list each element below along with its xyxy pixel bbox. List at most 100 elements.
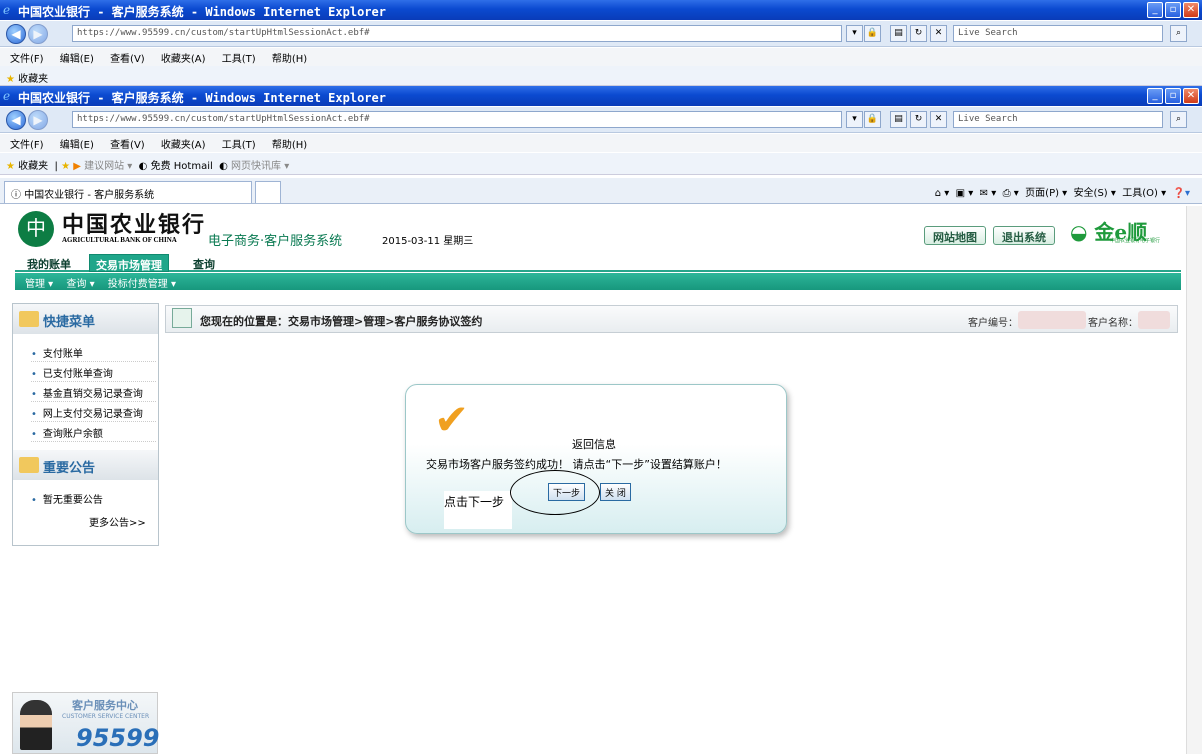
dropdown-icon[interactable]: ▾ (846, 25, 863, 42)
refresh-icon[interactable]: ↻ (910, 111, 927, 128)
menu-help[interactable]: 帮助(H) (272, 140, 307, 151)
web-slice-gallery-link[interactable]: 网页快讯库 ▾ (231, 161, 289, 172)
help-icon[interactable]: ❓▾ (1173, 188, 1190, 199)
new-tab-button[interactable] (255, 181, 281, 203)
menu-view[interactable]: 查看(V) (110, 54, 145, 65)
back-icon[interactable]: ◀ (6, 110, 26, 130)
sidebar-item-pay-bill[interactable]: 支付账单 (31, 342, 156, 362)
tab-my-bills[interactable]: 我的账单 (21, 254, 77, 272)
notice-icon (19, 457, 39, 473)
minimize-icon[interactable]: _ (1147, 2, 1163, 18)
brand-sub: 中国农业银行电子银行 (1110, 238, 1161, 244)
page-menu[interactable]: 页面(P) ▾ (1025, 188, 1067, 199)
subnav-query[interactable]: 查询 ▾ (66, 279, 94, 290)
current-date: 2015-03-11 星期三 (382, 236, 474, 247)
refresh-icon[interactable]: ↻ (910, 25, 927, 42)
tools-menu[interactable]: 工具(O) ▾ (1122, 188, 1166, 199)
address-bar[interactable]: https://www.95599.cn/custom/startUpHtmlS… (72, 25, 842, 42)
more-notices-link[interactable]: 更多公告>> (89, 514, 146, 529)
maximize-icon[interactable]: ▫ (1165, 88, 1181, 104)
favorites-button[interactable]: 收藏夹 (18, 74, 48, 85)
ghost-title-bar: 中国农业银行 - 客户服务系统 - Windows Internet Explo… (0, 0, 1202, 20)
window-title: 中国农业银行 - 客户服务系统 - Windows Internet Explo… (18, 91, 386, 105)
close-button[interactable]: 关 闭 (600, 483, 631, 501)
suggested-sites-icon: ▶ (73, 161, 81, 172)
sitemap-button[interactable]: 网站地图 (924, 226, 986, 245)
dropdown-icon[interactable]: ▾ (846, 111, 863, 128)
sidebar-item-online-payments[interactable]: 网上支付交易记录查询 (31, 402, 156, 422)
menu-edit[interactable]: 编辑(E) (60, 54, 94, 65)
search-icon[interactable]: ⌕ (1170, 25, 1187, 42)
menu-view[interactable]: 查看(V) (110, 140, 145, 151)
menu-favorites[interactable]: 收藏夹(A) (161, 54, 206, 65)
star-icon: ★ (6, 74, 15, 85)
feeds-icon[interactable]: ▣ ▾ (956, 188, 974, 199)
address-row: ◀ ▶ https://www.95599.cn/custom/startUpH… (0, 107, 1202, 133)
tab-row: ⓘ 中国农业银行 - 客户服务系统 ⌂ ▾ ▣ ▾ ✉ ▾ ⎙ ▾ 页面(P) … (0, 178, 1202, 204)
ghost-fav-row: ★ 收藏夹 (0, 66, 1202, 86)
customer-name-redacted (1138, 311, 1170, 329)
breadcrumb-text: 您现在的位置是：交易市场管理>管理>客户服务协议签约 (200, 315, 483, 328)
menu-favorites[interactable]: 收藏夹(A) (161, 140, 206, 151)
search-input[interactable]: Live Search (953, 25, 1163, 42)
hotmail-link[interactable]: 免费 Hotmail (151, 161, 213, 172)
ghost-window-title: 中国农业银行 - 客户服务系统 - Windows Internet Explo… (18, 5, 386, 19)
title-bar: 中国农业银行 - 客户服务系统 - Windows Internet Explo… (0, 86, 1202, 106)
address-bar[interactable]: https://www.95599.cn/custom/startUpHtmlS… (72, 111, 842, 128)
dialog-message: 交易市场客户服务签约成功！ 请点击“下一步”设置结算账户！ (426, 458, 727, 471)
gallery-icon: ◐ (219, 161, 228, 172)
subnav-bid-payment[interactable]: 投标付费管理 ▾ (108, 279, 176, 290)
home-icon[interactable]: ⌂ ▾ (935, 188, 950, 199)
search-icon[interactable]: ⌕ (1170, 111, 1187, 128)
system-name: 电子商务·客户服务系统 (208, 234, 343, 249)
tab-query[interactable]: 查询 (187, 254, 221, 272)
suggested-sites-link[interactable]: 建议网站 ▾ (84, 161, 132, 172)
maximize-icon[interactable]: ▫ (1165, 2, 1181, 18)
browser-tab[interactable]: ⓘ 中国农业银行 - 客户服务系统 (4, 181, 252, 203)
forward-icon[interactable]: ▶ (28, 110, 48, 130)
lock-icon[interactable]: 🔒 (864, 111, 881, 128)
close-icon[interactable]: ✕ (1183, 2, 1199, 18)
add-fav-icon[interactable]: ★ (61, 161, 70, 172)
ie-logo-icon: e (3, 3, 11, 17)
menu-edit[interactable]: 编辑(E) (60, 140, 94, 151)
mail-icon[interactable]: ✉ ▾ (980, 188, 997, 199)
menu-help[interactable]: 帮助(H) (272, 54, 307, 65)
favorites-button[interactable]: 收藏夹 (18, 161, 48, 172)
star-icon: ★ (6, 161, 15, 172)
bank-name: 中国农业银行 (62, 212, 207, 238)
ghost-menu-row: 文件(F) 编辑(E) 查看(V) 收藏夹(A) 工具(T) 帮助(H) (0, 48, 1202, 66)
logout-button[interactable]: 退出系统 (993, 226, 1055, 245)
compat-icon[interactable]: ▤ (890, 111, 907, 128)
back-icon[interactable]: ◀ (6, 24, 26, 44)
menu-file[interactable]: 文件(F) (10, 54, 44, 65)
menu-tools[interactable]: 工具(T) (222, 140, 256, 151)
close-icon[interactable]: ✕ (1183, 88, 1199, 104)
tab-label: 中国农业银行 - 客户服务系统 (24, 190, 155, 201)
scrollbar[interactable] (1186, 206, 1202, 754)
service-center-subtitle: CUSTOMER SERVICE CENTER (62, 713, 150, 720)
safety-menu[interactable]: 安全(S) ▾ (1074, 188, 1116, 199)
stop-icon[interactable]: ✕ (930, 25, 947, 42)
forward-icon[interactable]: ▶ (28, 24, 48, 44)
ie-logo-icon: e (3, 89, 11, 103)
sidebar-item-fund-records[interactable]: 基金直销交易记录查询 (31, 382, 156, 402)
sidebar-item-paid-bills[interactable]: 已支付账单查询 (31, 362, 156, 382)
menu-file[interactable]: 文件(F) (10, 140, 44, 151)
agent-avatar (20, 700, 52, 750)
lock-icon[interactable]: 🔒 (864, 25, 881, 42)
tab-market-management[interactable]: 交易市场管理 (89, 254, 169, 272)
stop-icon[interactable]: ✕ (930, 111, 947, 128)
print-icon[interactable]: ⎙ ▾ (1003, 188, 1019, 199)
sidebar-item-balance[interactable]: 查询账户余额 (31, 422, 156, 442)
compat-icon[interactable]: ▤ (890, 25, 907, 42)
search-input[interactable]: Live Search (953, 111, 1163, 128)
service-hotline: 95599 (76, 724, 160, 752)
sub-nav: 管理 ▾ 查询 ▾ 投标付费管理 ▾ (15, 273, 1181, 290)
subnav-manage[interactable]: 管理 ▾ (25, 279, 53, 290)
leaf-icon: ◒ (1070, 220, 1088, 244)
menu-tools[interactable]: 工具(T) (222, 54, 256, 65)
minimize-icon[interactable]: _ (1147, 88, 1163, 104)
bank-name-en: AGRICULTURAL BANK OF CHINA (62, 236, 177, 244)
page-icon: ⓘ (11, 190, 21, 201)
